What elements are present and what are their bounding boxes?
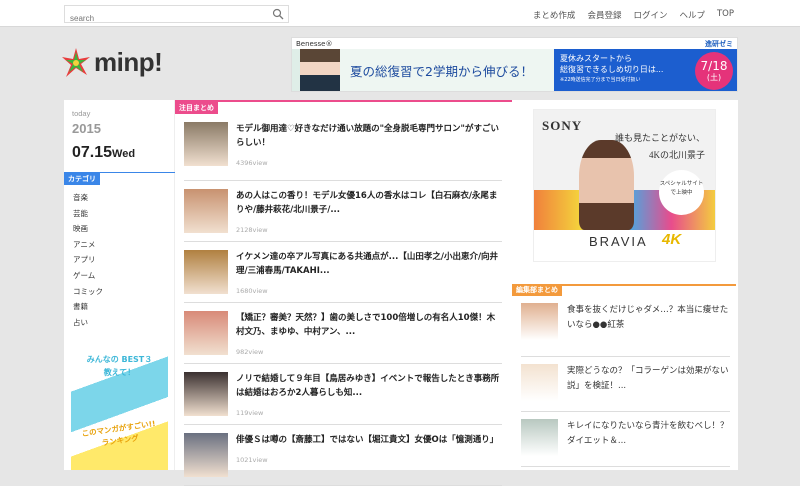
article-thumbnail[interactable] <box>521 364 558 401</box>
logo-text: minp! <box>94 47 163 77</box>
editorial-item[interactable]: 食事を抜くだけじゃダメ…？本当に痩せたいなら●●紅茶 <box>521 302 730 357</box>
ad-headline: 夏の総復習で2学期から伸びる！ <box>350 64 533 79</box>
nav-create-matome[interactable]: まとめ作成 <box>533 9 576 21</box>
banner-line2: 教えて！ <box>103 368 136 377</box>
category-item[interactable]: 映画 <box>73 223 103 239</box>
editorial-item[interactable]: 実際どうなの？「コラーゲンは効果がない説」を検証！... <box>521 357 730 412</box>
article-title[interactable]: 【矯正？審美？天然？】歯の美しさで100倍増しの有名人10傑！木村文乃、まゆゆ、… <box>236 311 502 339</box>
sony-product: BRAVIA <box>589 234 648 249</box>
article-thumbnail[interactable] <box>521 303 558 340</box>
view-count: 2128view <box>236 226 268 234</box>
ad-brand: Benesse® <box>296 39 333 48</box>
view-count: 119view <box>236 409 264 417</box>
sony-copy2: 4Kの北川景子 <box>649 150 705 160</box>
view-count: 4396view <box>236 159 268 167</box>
category-heading: カテゴリ <box>64 173 100 185</box>
category-item[interactable]: アプリ <box>73 254 103 270</box>
top-ad-banner[interactable]: Benesse® 進研ゼミ 夏の総復習で2学期から伸びる！ 夏休みスタートから 総… <box>291 37 738 92</box>
article-title[interactable]: 実際どうなの？「コラーゲンは効果がない説」を検証！... <box>567 364 730 411</box>
view-count: 982view <box>236 348 264 356</box>
category-item[interactable]: 芸能 <box>73 208 103 224</box>
ad-date-badge: 7/18 (土) <box>695 52 733 90</box>
editorial-item[interactable]: キレイになりたいなら青汁を飲むべし！？ダイエット＆... <box>521 412 730 467</box>
featured-item[interactable]: 俳優Ｓは噂の【斎藤工】ではない【堀江貴文】女優Oは「憶測通り」 1021view <box>184 425 502 486</box>
article-thumbnail[interactable] <box>184 311 228 355</box>
featured-item[interactable]: イケメン達の卒アル写真にある共通点が...【山田孝之/小出恵介/向井理/三浦春馬… <box>184 242 502 303</box>
top-nav: まとめ作成 会員登録 ログイン ヘルプ TOP <box>533 9 734 21</box>
sony-copy1: 誰も見たことがない、 <box>614 133 705 143</box>
sony-ad[interactable]: SONY 誰も見たことがない、 4Kの北川景子 スペシャルサイトで上映中 BRAV… <box>533 109 716 262</box>
featured-item[interactable]: あの人はこの香り！モデル女優16人の香水はコレ【白石麻衣/永尾まりや/藤井萩花/… <box>184 181 502 242</box>
search-icon[interactable] <box>272 8 284 20</box>
ad-sub: 進研ゼミ <box>705 39 733 48</box>
weekday: Wed <box>112 148 136 160</box>
category-item[interactable]: 音楽 <box>73 192 103 208</box>
top-header: まとめ作成 会員登録 ログイン ヘルプ TOP <box>0 0 800 27</box>
year: 2015 <box>72 121 101 136</box>
category-item[interactable]: 書籍 <box>73 301 103 317</box>
article-thumbnail[interactable] <box>521 419 558 456</box>
date: 07.15Wed <box>72 144 135 162</box>
nav-top[interactable]: TOP <box>717 9 734 21</box>
left-sidebar: today 2015 07.15Wed カテゴリ 音楽 芸能 映画 アニメ アプ… <box>64 100 175 470</box>
featured-item[interactable]: 【矯正？審美？天然？】歯の美しさで100倍増しの有名人10傑！木村文乃、まゆゆ、… <box>184 303 502 364</box>
article-title[interactable]: ノリで結婚して９年目【鳥居みゆき】イベントで報告したとき事務所は結婚はおろか2人… <box>236 372 502 400</box>
view-count: 1680view <box>236 287 268 295</box>
sony-logo: SONY <box>542 118 583 133</box>
article-title[interactable]: あの人はこの香り！モデル女優16人の香水はコレ【白石麻衣/永尾まりや/藤井萩花/… <box>236 189 502 217</box>
article-thumbnail[interactable] <box>184 433 228 477</box>
editorial-list: 食事を抜くだけじゃダメ…？本当に痩せたいなら●●紅茶実際どうなの？「コラーゲンは… <box>521 302 730 467</box>
manga-ranking-banner[interactable]: みんなの BEST３ 教えて！ このマンガがすごい!! ランキング <box>71 343 168 470</box>
featured-item[interactable]: ノリで結婚して９年目【鳥居みゆき】イベントで報告したとき事務所は結婚はおろか2人… <box>184 364 502 425</box>
banner-line1: みんなの BEST３ <box>86 355 153 364</box>
article-thumbnail[interactable] <box>184 122 228 166</box>
nav-register[interactable]: 会員登録 <box>587 9 621 21</box>
category-item[interactable]: 占い <box>73 317 103 333</box>
editorial-heading: 編集部まとめ <box>512 284 562 296</box>
ad-day: (土) <box>706 73 722 82</box>
site-logo[interactable]: minp! <box>62 47 163 78</box>
right-sidebar: SONY 誰も見たことがない、 4Kの北川景子 スペシャルサイトで上映中 BRAV… <box>512 100 736 470</box>
today-label: today <box>72 109 91 118</box>
main-panel: today 2015 07.15Wed カテゴリ 音楽 芸能 映画 アニメ アプ… <box>64 100 738 486</box>
article-thumbnail[interactable] <box>184 372 228 416</box>
search-box[interactable] <box>64 5 289 27</box>
featured-list: モデル御用達♡好きなだけ通い放題の"全身脱毛専門サロン"がすごいらしい！ 4396… <box>184 120 502 486</box>
article-title[interactable]: モデル御用達♡好きなだけ通い放題の"全身脱毛専門サロン"がすごいらしい！ <box>236 122 502 150</box>
ad-image <box>300 49 340 91</box>
sony-4k: 4K <box>662 231 682 248</box>
article-thumbnail[interactable] <box>184 250 228 294</box>
featured-section: 注目まとめ モデル御用達♡好きなだけ通い放題の"全身脱毛専門サロン"がすごいらし… <box>175 100 512 486</box>
nav-help[interactable]: ヘルプ <box>679 9 705 21</box>
featured-item[interactable]: モデル御用達♡好きなだけ通い放題の"全身脱毛専門サロン"がすごいらしい！ 4396… <box>184 120 502 181</box>
article-title[interactable]: 食事を抜くだけじゃダメ…？本当に痩せたいなら●●紅茶 <box>567 303 730 356</box>
category-item[interactable]: アニメ <box>73 239 103 255</box>
view-count: 1021view <box>236 456 268 464</box>
category-item[interactable]: コミック <box>73 286 103 302</box>
featured-heading: 注目まとめ <box>175 102 218 114</box>
article-title[interactable]: 俳優Ｓは噂の【斎藤工】ではない【堀江貴文】女優Oは「憶測通り」 <box>236 433 498 447</box>
article-title[interactable]: キレイになりたいなら青汁を飲むべし！？ダイエット＆... <box>567 419 730 466</box>
ad-date: 7/18 <box>700 59 728 73</box>
date-day: 07.15 <box>72 144 113 161</box>
category-list: 音楽 芸能 映画 アニメ アプリ ゲーム コミック 書籍 占い <box>73 192 103 332</box>
search-input[interactable] <box>65 10 265 27</box>
star-logo-icon <box>62 47 90 77</box>
category-item[interactable]: ゲーム <box>73 270 103 286</box>
article-thumbnail[interactable] <box>184 189 228 233</box>
nav-login[interactable]: ログイン <box>633 9 667 21</box>
article-title[interactable]: イケメン達の卒アル写真にある共通点が...【山田孝之/小出恵介/向井理/三浦春馬… <box>236 250 502 278</box>
sony-bubble: スペシャルサイトで上映中 <box>659 170 704 215</box>
